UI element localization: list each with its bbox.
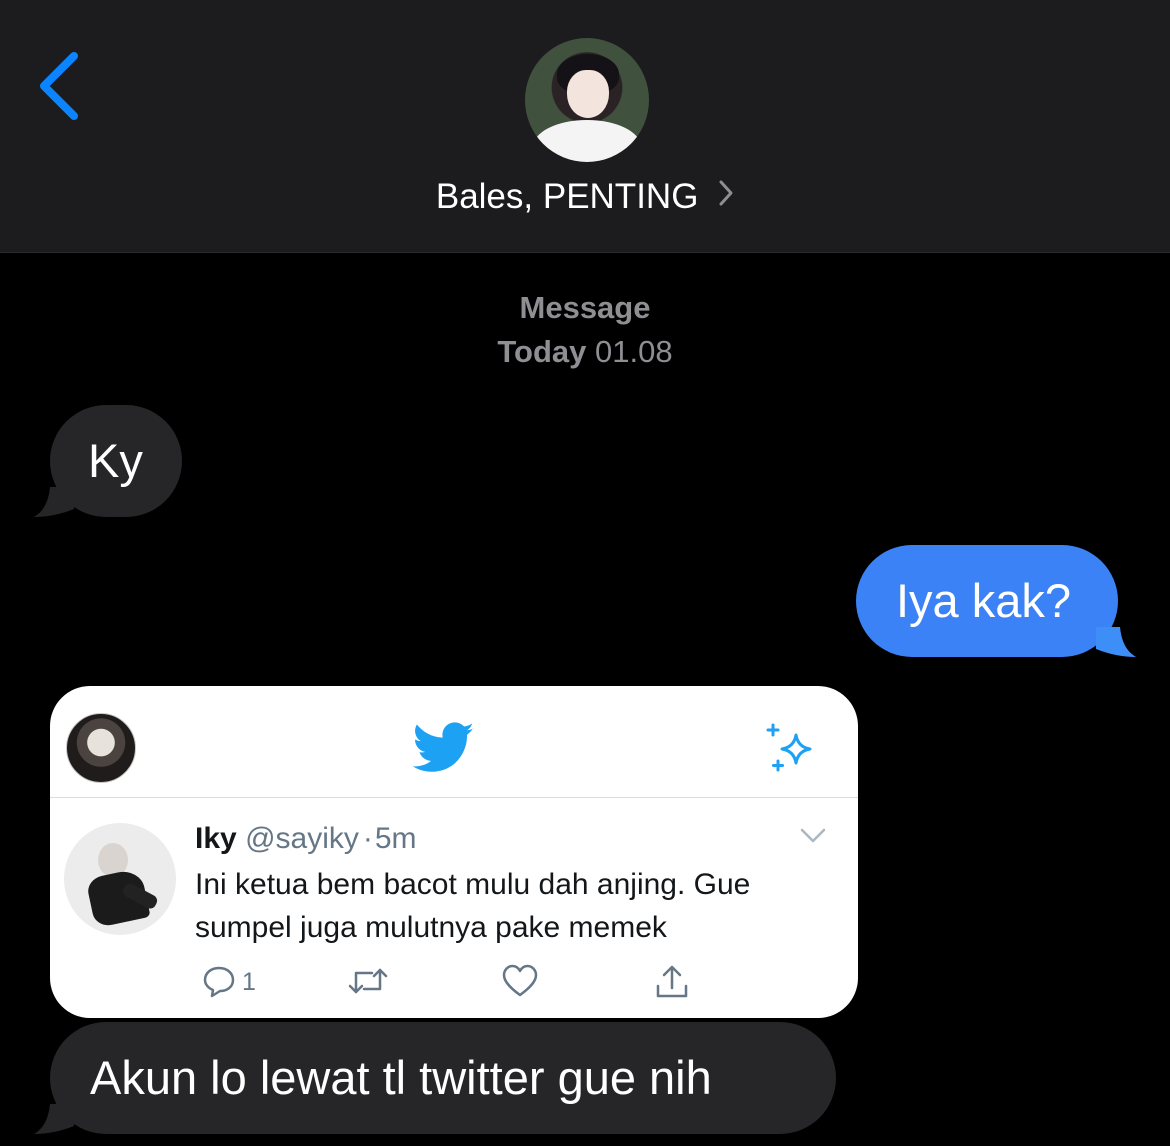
conversation-header: Bales, PENTING (0, 0, 1170, 253)
viewer-avatar[interactable] (66, 713, 136, 783)
sparkle-icon[interactable] (764, 723, 818, 775)
message-bubble-incoming[interactable]: Ky (34, 405, 182, 517)
share-icon[interactable] (654, 964, 690, 1000)
tweet-author-avatar[interactable] (64, 823, 176, 935)
chevron-right-icon (718, 175, 734, 217)
chevron-down-icon[interactable] (800, 828, 826, 844)
avatar-face (567, 70, 609, 118)
retweet-icon[interactable] (348, 964, 388, 998)
thread-label: Message (519, 290, 651, 325)
back-button[interactable] (30, 48, 90, 128)
tweet-author-row: Iky @sayiky ·5m (195, 820, 417, 858)
tweet-text: Ini ketua bem bacot mulu dah anjing. Gue… (195, 868, 751, 944)
bubble-tail (34, 487, 74, 517)
message-text: Ky (88, 434, 143, 487)
avatar-coat (533, 120, 641, 162)
bubble-tail (1096, 627, 1136, 657)
tweet-card-header (50, 686, 858, 798)
reply-icon[interactable] (202, 964, 236, 998)
tweet-screenshot-card[interactable]: Iky @sayiky ·5m Ini ketua bem bacot mulu … (50, 686, 858, 1018)
message-text: Iya kak? (896, 574, 1072, 627)
message-text: Akun lo lewat tl twitter gue nih (90, 1051, 712, 1104)
thread-time: 01.08 (595, 334, 673, 369)
reply-count: 1 (242, 968, 256, 996)
tweet-time: 5m (374, 822, 417, 855)
contact-name-button[interactable]: Bales, PENTING (0, 176, 1170, 220)
message-bubble-outgoing[interactable]: Iya kak? (856, 545, 1136, 657)
chevron-left-icon (40, 52, 78, 120)
tweet-author-handle[interactable]: @sayiky (245, 822, 359, 855)
thread-timestamp: Today 01.08 (0, 334, 1170, 370)
contact-name: Bales, PENTING (435, 177, 699, 216)
tweet-separator: · (362, 822, 373, 855)
thread-day: Today (497, 334, 587, 369)
like-icon[interactable] (502, 964, 538, 998)
twitter-bird-icon (413, 722, 474, 772)
tweet-author-name[interactable]: Iky (195, 822, 237, 855)
bubble-tail (34, 1104, 74, 1134)
contact-avatar[interactable] (525, 38, 649, 162)
message-bubble-incoming[interactable]: Akun lo lewat tl twitter gue nih (34, 1022, 836, 1134)
